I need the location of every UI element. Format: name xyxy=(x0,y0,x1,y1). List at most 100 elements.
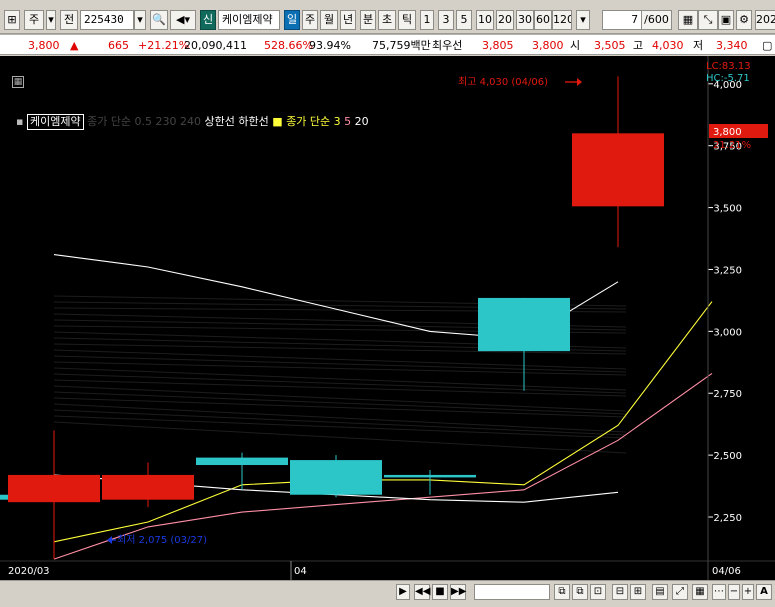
ma-lines xyxy=(53,254,713,560)
toolbar: ⊞ 주 ▾ 전 225430 ▾ 🔍 ◀▾ 신 케이엠제약 일 주 월 년 분 … xyxy=(0,0,775,34)
table-icon[interactable]: ▦ xyxy=(12,76,24,88)
minus-icon[interactable]: − xyxy=(728,584,740,600)
font-size-icon[interactable]: A xyxy=(756,584,772,600)
right-field[interactable]: 202 xyxy=(755,10,775,30)
stock-name-field[interactable]: 케이엠제약 xyxy=(218,10,280,30)
legend-ma-label[interactable]: 종가 단순 xyxy=(286,115,330,128)
period-month[interactable]: 월 xyxy=(320,10,338,30)
x-label-start: 2020/03 xyxy=(8,566,50,577)
interval-dropdown[interactable]: ▾ xyxy=(576,10,590,30)
play-icon[interactable]: ▶ xyxy=(396,584,410,600)
gear-icon[interactable]: ⚙ xyxy=(736,10,752,30)
indicator-band-line xyxy=(53,391,627,415)
legend-faded: 종가 단순 0.5 230 240 xyxy=(87,115,202,128)
legend-ma-icon: ■ xyxy=(272,115,283,128)
interval-3[interactable]: 3 xyxy=(438,10,454,30)
legend-ma5[interactable]: 5 xyxy=(344,115,351,128)
price-tag-value: 3,800 xyxy=(713,127,742,138)
best-ask: 3,805 xyxy=(482,39,514,52)
legend-lower[interactable]: 하한선 xyxy=(238,115,268,128)
interval-60[interactable]: 60 xyxy=(534,10,552,30)
trade-amount: 75,759백만 xyxy=(372,39,431,52)
timeline-slider[interactable] xyxy=(474,584,550,600)
sound-icon[interactable]: ◀▾ xyxy=(170,10,196,30)
legend-upper[interactable]: 상한선 xyxy=(205,115,235,128)
best-ask-label: 최우선 xyxy=(432,39,463,52)
zoom-in-icon[interactable]: ⊞ xyxy=(630,584,646,600)
stop-icon[interactable]: ■ xyxy=(432,584,448,600)
price-change: 665 xyxy=(108,39,129,52)
y-tick-label: 3,000 xyxy=(713,327,742,338)
y-tick-label: 2,750 xyxy=(713,389,742,400)
candle-body xyxy=(196,457,288,466)
legend-ma20[interactable]: 20 xyxy=(355,115,369,128)
y-tick-label: 3,250 xyxy=(713,265,742,276)
interval-1[interactable]: 1 xyxy=(420,10,434,30)
arrow-right-icon xyxy=(577,78,582,86)
new-badge[interactable]: 신 xyxy=(200,10,216,30)
chart-legend: ▪ 케이엠제약 종가 단순 0.5 230 240 상한선 하한선 ■ 종가 단… xyxy=(16,114,369,130)
count-input[interactable]: 7 xyxy=(602,10,642,30)
high-annotation: 최고 4,030 (04/06) xyxy=(458,76,548,88)
period-week[interactable]: 주 xyxy=(302,10,318,30)
bottom-controls: ▶ ◀◀ ■ ▶▶ ⧉ ⧉ ⊡ ⊟ ⊞ ▤ ⤢ ▦ ⋯ − + A xyxy=(0,580,775,607)
candle-body xyxy=(8,474,100,503)
current-price: 3,800 xyxy=(28,39,60,52)
candle-body xyxy=(572,133,664,207)
quote-scroll-icon[interactable]: ▢ xyxy=(762,36,772,55)
prefix-button[interactable]: 전 xyxy=(60,10,78,30)
candle-body xyxy=(478,297,570,352)
rewind-icon[interactable]: ◀◀ xyxy=(414,584,430,600)
period-year[interactable]: 년 xyxy=(340,10,356,30)
low-price: 3,340 xyxy=(716,39,748,52)
search-icon[interactable]: 🔍 xyxy=(150,10,168,30)
indicator-band-line xyxy=(53,367,627,391)
volume: 20,090,411 xyxy=(184,39,247,52)
expand-icon[interactable]: ⤢ xyxy=(672,584,688,600)
candle-body xyxy=(102,474,194,500)
market-select[interactable]: 주 xyxy=(24,10,44,30)
candle-body xyxy=(290,460,382,495)
interval-30[interactable]: 30 xyxy=(516,10,534,30)
legend-toggle-icon[interactable]: ▪ xyxy=(16,115,23,128)
period-day[interactable]: 일 xyxy=(284,10,300,30)
stock-code-input[interactable]: 225430 xyxy=(80,10,134,30)
code-dropdown-icon[interactable]: ▾ xyxy=(134,10,146,30)
y-tick-label: 2,250 xyxy=(713,513,742,524)
fit-icon[interactable]: ⊡ xyxy=(590,584,606,600)
period-second[interactable]: 초 xyxy=(378,10,396,30)
interval-120[interactable]: 120 xyxy=(552,10,572,30)
plus-icon[interactable]: + xyxy=(742,584,754,600)
price-chart[interactable]: 2,250 2,500 2,750 3,000 3,250 3,500 3,750 4,000… xyxy=(0,56,775,580)
interval-20[interactable]: 20 xyxy=(496,10,514,30)
quote-bar: 3,800 ▲ 665 +21.21% 20,090,411 528.66% 9… xyxy=(0,34,775,55)
hc-value: HC:-5.71 xyxy=(706,73,750,84)
volume-rate: 528.66% xyxy=(264,39,313,52)
save-icon[interactable]: ▣ xyxy=(718,10,734,30)
chevron-down-icon[interactable]: ▾ xyxy=(46,10,56,30)
open-label: 시 xyxy=(570,39,581,52)
list-icon[interactable]: ▤ xyxy=(652,584,668,600)
price-tag-rate: 21.21% xyxy=(713,140,751,151)
copy-icon[interactable]: ⧉ xyxy=(572,584,588,600)
interval-5[interactable]: 5 xyxy=(456,10,472,30)
period-tick[interactable]: 틱 xyxy=(398,10,416,30)
change-rate: +21.21% xyxy=(138,39,190,52)
legend-stock-name[interactable]: 케이엠제약 xyxy=(26,114,84,130)
grid-icon[interactable]: ▦ xyxy=(678,10,698,30)
legend-ma3[interactable]: 3 xyxy=(334,115,341,128)
period-minute[interactable]: 분 xyxy=(360,10,376,30)
line-icon[interactable]: ⤡ xyxy=(698,10,718,30)
dots-icon[interactable]: ⋯ xyxy=(712,584,726,600)
ratio: 93.94% xyxy=(309,39,351,52)
calendar-icon[interactable]: ▦ xyxy=(692,584,708,600)
market-code: 주 xyxy=(28,13,40,26)
forward-icon[interactable]: ▶▶ xyxy=(450,584,466,600)
interval-10[interactable]: 10 xyxy=(476,10,494,30)
lc-value: LC:83.13 xyxy=(706,61,751,72)
chart-type-icon[interactable]: ⊞ xyxy=(4,10,20,30)
tile-icon[interactable]: ⧉ xyxy=(554,584,570,600)
indicator-band-line xyxy=(53,403,627,433)
candle-body xyxy=(384,474,476,478)
zoom-out-icon[interactable]: ⊟ xyxy=(612,584,628,600)
